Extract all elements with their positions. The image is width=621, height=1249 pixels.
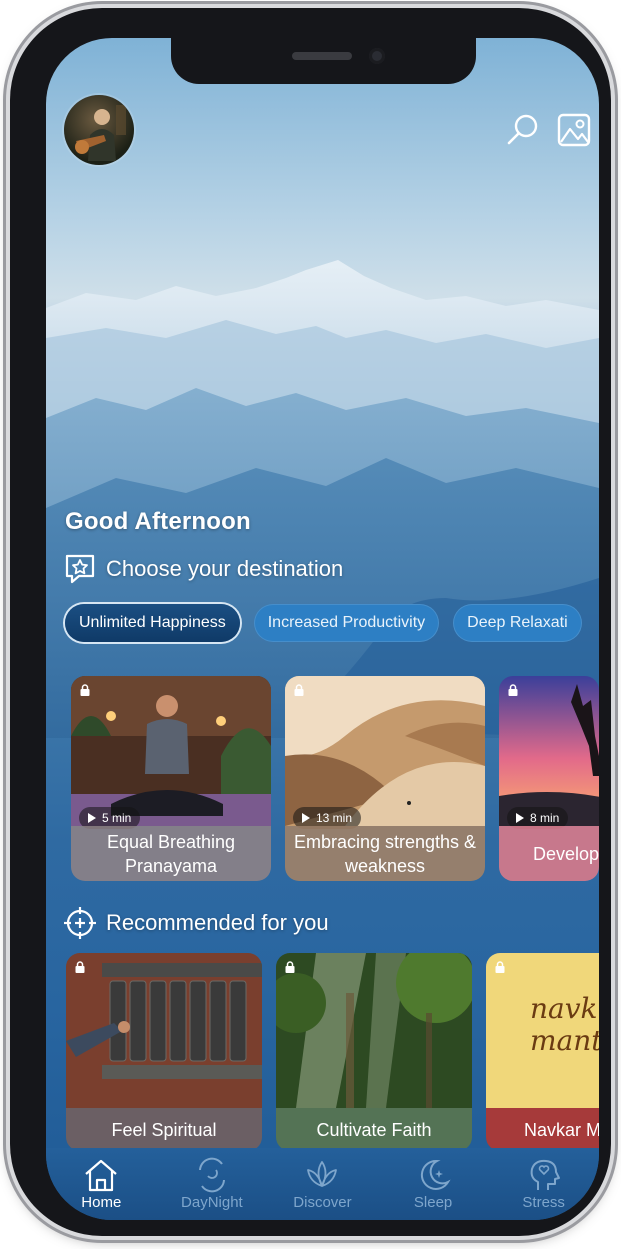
chip-increased-productivity[interactable]: Increased Productivity xyxy=(253,604,440,642)
tab-label: Home xyxy=(81,1194,122,1211)
tab-label: Discover xyxy=(293,1194,352,1211)
tab-stress[interactable]: Stress xyxy=(488,1148,599,1220)
lock-icon xyxy=(294,684,304,696)
card-title: Navkar M xyxy=(486,1108,599,1151)
card-title: Develop Confi xyxy=(499,826,599,881)
greeting-text: Good Afternoon xyxy=(65,508,251,535)
play-icon xyxy=(88,813,96,823)
chip-deep-relaxation[interactable]: Deep Relaxati xyxy=(453,604,582,642)
destination-heading: Choose your destination xyxy=(63,552,343,586)
prayer-wheels-photo xyxy=(66,953,262,1108)
navkar-mantra-art: navk mant xyxy=(486,953,599,1108)
chip-unlimited-happiness[interactable]: Unlimited Happiness xyxy=(65,604,240,642)
lock-icon xyxy=(75,961,85,973)
play-icon xyxy=(302,813,310,823)
recommended-title: Recommended for you xyxy=(106,910,329,935)
forest-light-photo xyxy=(276,953,472,1108)
lock-icon xyxy=(508,684,518,696)
meditation-photo xyxy=(71,676,271,826)
card-title: Cultivate Faith xyxy=(276,1108,472,1151)
tab-home[interactable]: Home xyxy=(46,1148,157,1220)
guitarist-photo xyxy=(75,105,126,161)
destination-card-row: 5 min Equal Breathing Pranayama 13 min E… xyxy=(71,676,599,881)
lotus-icon xyxy=(307,1161,338,1187)
recommended-card[interactable]: Cultivate Faith xyxy=(276,953,472,1151)
image-icon[interactable] xyxy=(556,112,592,148)
speaker-grille xyxy=(292,52,352,60)
bottom-tab-bar: Home DayNight Discover Sleep Stress xyxy=(46,1148,599,1220)
recommended-card-row: Feel Spiritual Cultivate Faith navk mant xyxy=(66,953,599,1151)
card-title: Embracing strengths & weakness xyxy=(285,826,485,881)
tab-daynight[interactable]: DayNight xyxy=(157,1148,268,1220)
recommended-heading: Recommended for you xyxy=(63,906,329,940)
card-title: Equal Breathing Pranayama xyxy=(71,826,271,881)
session-card[interactable]: 5 min Equal Breathing Pranayama xyxy=(71,676,271,881)
crosshair-plus-icon xyxy=(64,907,96,939)
home-icon xyxy=(85,1159,118,1192)
session-card[interactable]: 13 min Embracing strengths & weakness xyxy=(285,676,485,881)
lock-icon xyxy=(495,961,505,973)
recommended-card[interactable]: navk mant Navkar M xyxy=(486,953,599,1151)
recommended-card[interactable]: Feel Spiritual xyxy=(66,953,262,1151)
head-heart-icon xyxy=(530,1159,560,1190)
tab-label: Sleep xyxy=(413,1194,453,1211)
destination-chips: Unlimited Happiness Increased Productivi… xyxy=(65,604,582,642)
lock-icon xyxy=(80,684,90,696)
star-badge-icon xyxy=(65,554,95,584)
tab-label: DayNight xyxy=(181,1194,243,1211)
search-icon[interactable] xyxy=(505,112,541,148)
tab-sleep[interactable]: Sleep xyxy=(378,1148,489,1220)
tab-discover[interactable]: Discover xyxy=(267,1148,378,1220)
session-card[interactable]: 8 min Develop Confi xyxy=(499,676,599,881)
lock-icon xyxy=(285,961,295,973)
card-title: Feel Spiritual xyxy=(66,1108,262,1151)
app-screen: Good Afternoon Choose your destination U… xyxy=(46,38,599,1220)
profile-avatar[interactable] xyxy=(64,95,134,165)
daynight-icon xyxy=(198,1157,225,1193)
destination-title: Choose your destination xyxy=(106,556,344,581)
play-icon xyxy=(516,813,524,823)
phone-frame: Good Afternoon Choose your destination U… xyxy=(10,8,611,1236)
mantra-art-text: navk mant xyxy=(530,992,599,1057)
phone-notch xyxy=(171,38,476,84)
sunset-jump-photo xyxy=(499,676,599,826)
desert-dunes-photo xyxy=(285,676,485,826)
moon-icon xyxy=(421,1159,451,1190)
tab-label: Stress xyxy=(522,1194,565,1211)
front-camera xyxy=(369,48,385,64)
